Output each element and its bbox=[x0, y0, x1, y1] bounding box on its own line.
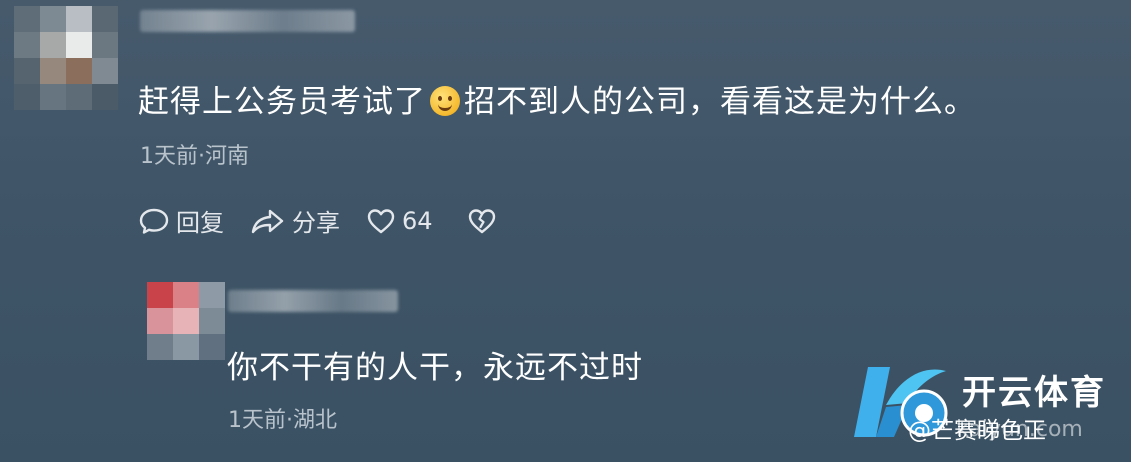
watermark-logo: 开云体育 kaiyun.com @芒赛睇色正 bbox=[846, 355, 1131, 462]
dislike-button[interactable] bbox=[467, 207, 497, 235]
like-button[interactable]: 64 bbox=[366, 207, 433, 235]
heart-icon bbox=[366, 207, 396, 235]
watermark-brand: 开云体育 bbox=[962, 373, 1106, 413]
replier-name-blurred[interactable] bbox=[228, 290, 398, 312]
share-label: 分享 bbox=[292, 209, 340, 237]
reply-label: 回复 bbox=[176, 209, 224, 237]
comment-actions: 回复 分享 64 bbox=[138, 203, 497, 238]
comment-text-part2: 招不到人的公司，看看这是为什么。 bbox=[464, 84, 976, 120]
like-count: 64 bbox=[402, 206, 433, 235]
reply-text: 你不干有的人干，永远不过时 bbox=[227, 350, 643, 386]
share-button[interactable]: 分享 bbox=[250, 203, 340, 238]
share-arrow-icon bbox=[250, 206, 286, 236]
commenter-name-blurred[interactable] bbox=[140, 10, 355, 32]
comment-text-part1: 赶得上公务员考试了 bbox=[138, 84, 426, 120]
broken-heart-icon bbox=[467, 207, 497, 235]
reply-meta: 1天前·湖北 bbox=[228, 408, 337, 433]
watermark-handle: @芒赛睇色正 bbox=[908, 418, 1046, 444]
chat-bubble-icon bbox=[138, 206, 170, 236]
commenter-avatar[interactable] bbox=[14, 6, 118, 110]
reply-button[interactable]: 回复 bbox=[138, 203, 224, 238]
comment-meta: 1天前·河南 bbox=[140, 144, 249, 169]
replier-avatar[interactable] bbox=[147, 282, 225, 360]
comment-text: 赶得上公务员考试了 招不到人的公司，看看这是为什么。 bbox=[138, 76, 976, 121]
smiley-emoji-icon bbox=[430, 86, 460, 116]
